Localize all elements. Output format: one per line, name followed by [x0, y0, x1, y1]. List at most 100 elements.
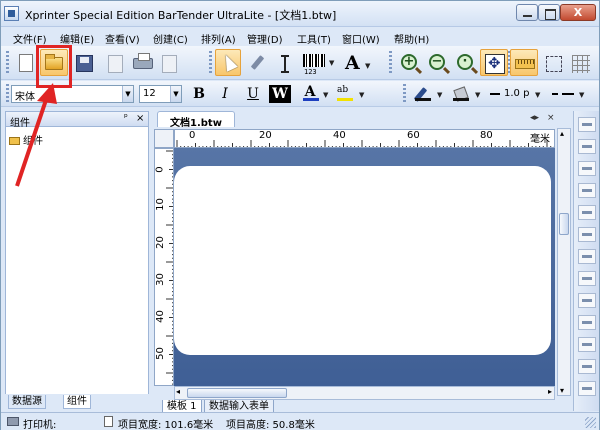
show-grid-button[interactable]	[567, 49, 593, 76]
center-vertical-button[interactable]	[578, 359, 596, 374]
zoom-tool-button[interactable]	[244, 49, 270, 76]
font-color-button[interactable]: A ▼	[299, 84, 331, 104]
menu-arrange[interactable]: 排列(A)	[201, 31, 236, 46]
font-size-select[interactable]: 12 ▼	[139, 85, 182, 103]
scroll-down-icon[interactable]: ▾	[560, 386, 564, 395]
menu-help[interactable]: 帮助(H)	[394, 31, 429, 46]
align-bottom-button[interactable]	[578, 227, 596, 242]
scroll-thumb[interactable]	[559, 213, 569, 235]
minimize-button[interactable]	[516, 4, 538, 21]
line-style-select[interactable]: ▼	[548, 84, 588, 104]
menu-window[interactable]: 窗口(W)	[342, 31, 380, 46]
new-button[interactable]	[12, 49, 38, 76]
menu-file[interactable]: 文件(F)	[13, 31, 47, 46]
toolbar-grip[interactable]	[6, 51, 9, 75]
print-setup-button[interactable]	[101, 49, 128, 76]
scroll-up-icon[interactable]: ▴	[560, 129, 564, 138]
ruler-label: 20	[154, 236, 166, 249]
fit-to-window-button[interactable]	[480, 49, 508, 76]
barcode-button[interactable]: 123 ▼	[299, 49, 335, 76]
close-icon[interactable]: ×	[136, 113, 144, 124]
fill-color-button[interactable]: ▼	[449, 84, 483, 104]
line-width-select[interactable]: 1.0 p ▼	[485, 84, 543, 104]
toolbar-grip[interactable]	[6, 84, 9, 104]
same-width-button[interactable]	[578, 293, 596, 308]
close-icon: X	[573, 6, 583, 19]
reverse-text-button[interactable]: W	[269, 85, 291, 103]
chevron-down-icon: ▼	[359, 91, 365, 99]
align-left-button[interactable]	[578, 117, 596, 132]
close-button[interactable]: X	[560, 4, 596, 21]
select-tool-button[interactable]	[215, 49, 241, 76]
panel-title: 组件	[10, 118, 30, 129]
pin-icon[interactable]: ᵖ	[124, 113, 128, 123]
fill-color-swatch	[453, 98, 469, 101]
underline-button[interactable]: U	[242, 85, 264, 103]
print-button[interactable]	[128, 49, 155, 76]
ruler-label: 40	[333, 130, 346, 141]
close-icon[interactable]: ×	[547, 113, 555, 123]
zoom-100-button[interactable]: ·	[452, 49, 478, 76]
chevron-down-icon[interactable]: ▼	[122, 86, 133, 102]
tree-item[interactable]: 组件	[9, 132, 43, 147]
zoom-out-button[interactable]: −	[424, 49, 450, 76]
design-canvas[interactable]	[174, 148, 555, 386]
snap-to-grid-button[interactable]	[540, 49, 566, 76]
menu-edit[interactable]: 编辑(E)	[60, 31, 94, 46]
horizontal-scrollbar[interactable]: ◂ ▸	[174, 386, 555, 400]
text-object-button[interactable]: A ▼	[339, 49, 373, 76]
maximize-button[interactable]	[538, 4, 560, 21]
text-cursor-button[interactable]	[271, 49, 295, 76]
scroll-right-icon[interactable]: ▸	[548, 387, 552, 396]
menu-tools[interactable]: 工具(T)	[297, 31, 331, 46]
toolbar-grip[interactable]	[389, 51, 392, 75]
bring-to-front-button[interactable]	[578, 381, 596, 396]
align-top-button[interactable]	[578, 183, 596, 198]
ruler-toggle-button[interactable]	[510, 49, 538, 76]
menu-bar: 文件(F) 编辑(E) 查看(V) 创建(C) 排列(A) 管理(D) 工具(T…	[1, 28, 599, 46]
vertical-scrollbar[interactable]: ▴ ▾	[557, 128, 571, 396]
align-middle-button[interactable]	[578, 205, 596, 220]
bold-button[interactable]: B	[188, 85, 210, 103]
tab-components[interactable]: 组件	[63, 395, 91, 409]
scroll-left-icon[interactable]: ◂	[176, 387, 180, 396]
vertical-ruler: 0 10 20 30 40 50	[154, 148, 174, 386]
chevron-down-icon[interactable]: ▼	[170, 86, 181, 102]
toolbar-grip[interactable]	[403, 84, 406, 104]
font-name-select[interactable]: 宋体 ▼	[11, 85, 134, 103]
menu-view[interactable]: 查看(V)	[105, 31, 140, 46]
center-horizontal-button[interactable]	[578, 337, 596, 352]
same-height-button[interactable]	[578, 315, 596, 330]
align-center-button[interactable]	[578, 139, 596, 154]
resize-grip-icon[interactable]	[585, 417, 596, 428]
menu-create[interactable]: 创建(C)	[153, 31, 188, 46]
tab-scroll-icon[interactable]: ◂▸	[530, 113, 539, 123]
italic-button[interactable]: I	[214, 85, 236, 103]
tab-data-sources[interactable]: 数据源	[8, 395, 46, 409]
status-bar: 打印机: 项目宽度: 101.6毫米 项目高度: 50.8毫米	[1, 412, 599, 430]
zoom-in-button[interactable]: +	[396, 49, 422, 76]
hand-icon	[250, 55, 265, 70]
highlight-button[interactable]: ab ▼	[333, 84, 367, 104]
distribute-horizontal-button[interactable]	[578, 249, 596, 264]
ruler-label: 60	[407, 130, 420, 141]
chevron-down-icon: ▼	[329, 59, 335, 67]
align-right-button[interactable]	[578, 161, 596, 176]
scroll-thumb[interactable]	[187, 388, 287, 398]
tab-document[interactable]: 文档1.btw	[157, 111, 235, 129]
dash-style-icon	[552, 93, 558, 95]
ruler-label: 40	[154, 310, 166, 323]
save-icon	[76, 55, 93, 72]
print-preview-button[interactable]	[155, 49, 182, 76]
horizontal-ruler-ticks	[176, 140, 554, 147]
line-color-button[interactable]: ▼	[411, 84, 445, 104]
distribute-vertical-button[interactable]	[578, 271, 596, 286]
chevron-down-icon: ▼	[365, 62, 371, 70]
horizontal-ruler: 0 20 40 60 80 毫米	[174, 129, 555, 148]
zoom-out-icon: −	[429, 54, 445, 70]
label-template[interactable]	[174, 166, 551, 355]
menu-manage[interactable]: 管理(D)	[247, 31, 283, 46]
barcode-icon	[303, 54, 325, 67]
save-button[interactable]	[70, 49, 97, 76]
toolbar-grip[interactable]	[209, 51, 212, 75]
